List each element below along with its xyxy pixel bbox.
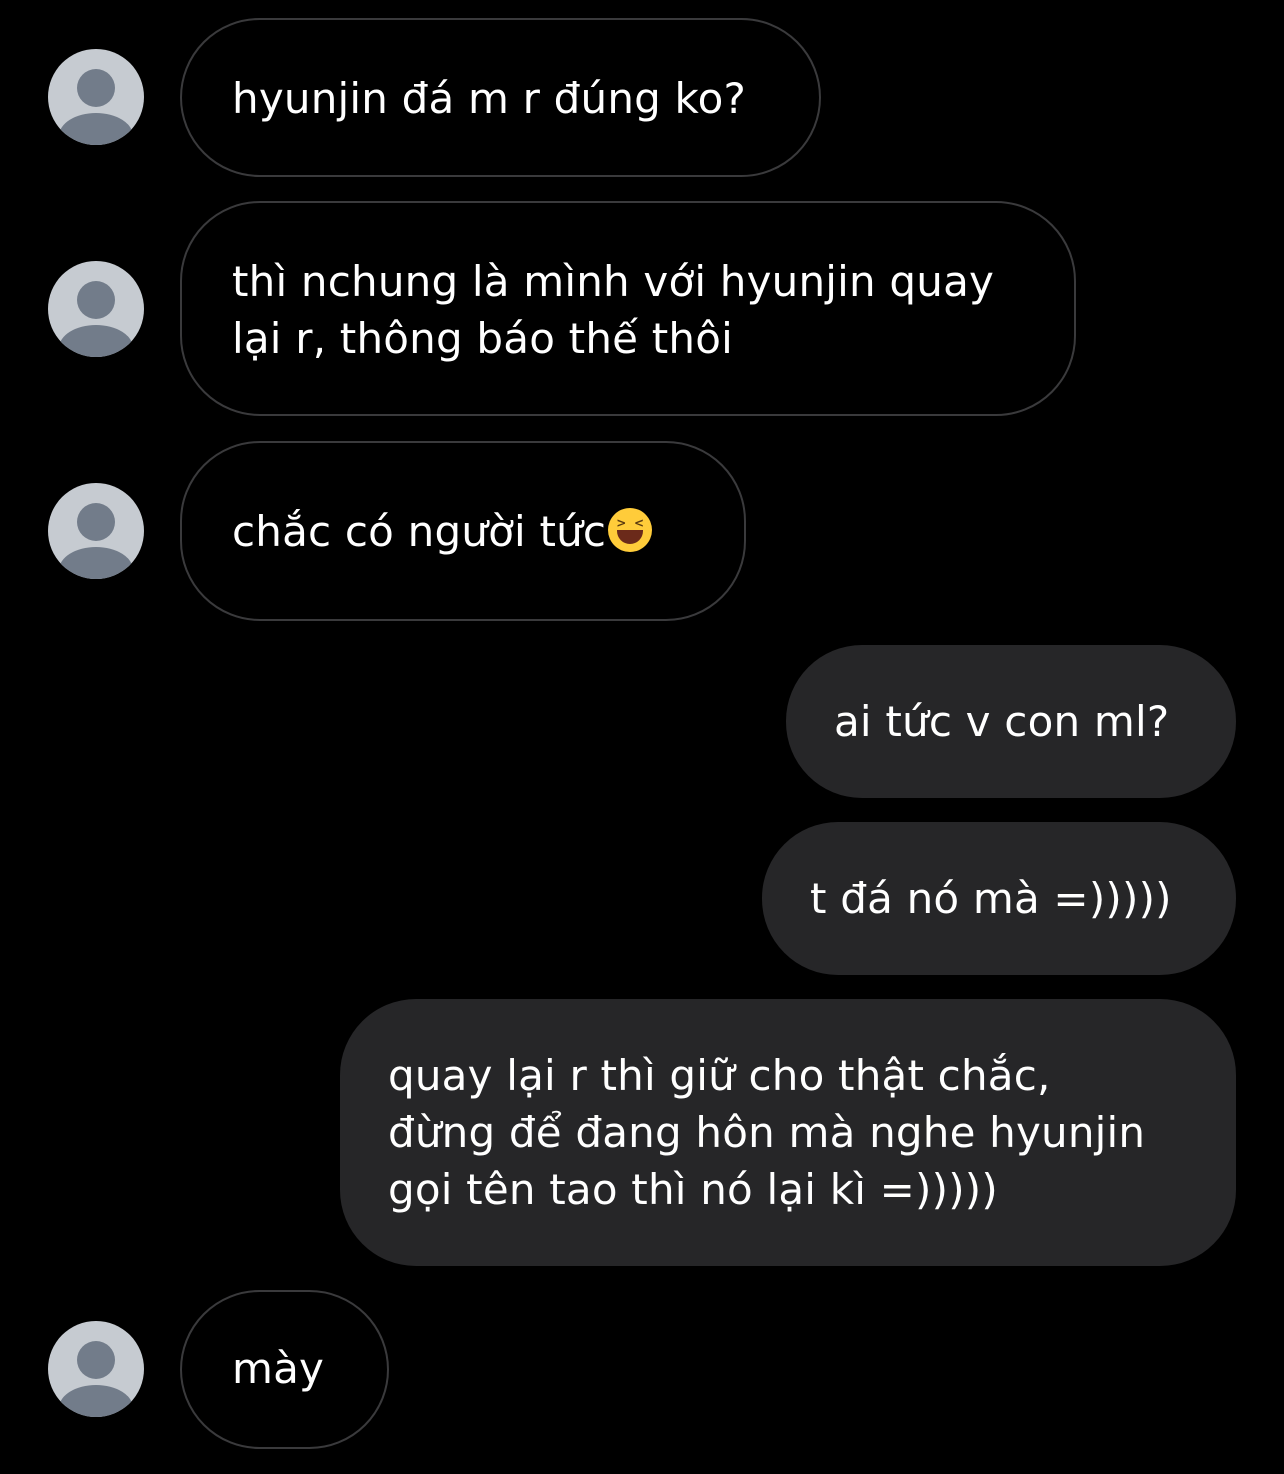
message-thread: hyunjin đá m r đúng ko? thì nchung là mì… [0, 0, 1284, 1474]
avatar-head-shape [77, 281, 115, 319]
message-text: t đá nó mà =))))) [810, 874, 1172, 923]
incoming-message-bubble[interactable]: thì nchung là mình với hyunjin quay lại … [180, 201, 1076, 416]
message-text: đừng để đang hôn mà nghe hyunjin [388, 1108, 1146, 1157]
emoji-eye-left: > [616, 516, 627, 530]
contact-avatar[interactable] [48, 483, 144, 579]
message-text: hyunjin đá m r đúng ko? [232, 74, 746, 123]
incoming-message-bubble[interactable]: mày [180, 1290, 389, 1449]
message-text: mày [232, 1344, 325, 1393]
outgoing-message-bubble[interactable]: ai tức v con ml? [786, 645, 1236, 798]
message-text: gọi tên tao thì nó lại kì =))))) [388, 1165, 998, 1214]
outgoing-message-bubble[interactable]: t đá nó mà =))))) [762, 822, 1236, 975]
contact-avatar[interactable] [48, 261, 144, 357]
incoming-message-bubble[interactable]: chắc có người tức > < [180, 441, 746, 621]
avatar-body-shape [59, 547, 133, 579]
contact-avatar[interactable] [48, 1321, 144, 1417]
avatar-head-shape [77, 69, 115, 107]
message-text-line: chắc có người tức > < [232, 503, 744, 560]
message-text: quay lại r thì giữ cho thật chắc, [388, 1051, 1051, 1100]
outgoing-message-bubble[interactable]: quay lại r thì giữ cho thật chắc, đừng đ… [340, 999, 1236, 1266]
message-text: chắc có người tức [232, 507, 607, 556]
emoji-eye-right: < [633, 516, 645, 530]
message-text: ai tức v con ml? [834, 697, 1170, 746]
avatar-body-shape [59, 1385, 133, 1417]
message-text: thì nchung là mình với hyunjin quay [232, 257, 995, 306]
avatar-body-shape [59, 325, 133, 357]
avatar-head-shape [77, 503, 115, 541]
emoji-mouth [617, 530, 644, 544]
incoming-message-bubble[interactable]: hyunjin đá m r đúng ko? [180, 18, 821, 177]
avatar-body-shape [59, 113, 133, 145]
contact-avatar[interactable] [48, 49, 144, 145]
avatar-head-shape [77, 1341, 115, 1379]
grinning-squinting-face-emoji: > < [608, 508, 653, 552]
message-text: lại r, thông báo thế thôi [232, 314, 733, 363]
